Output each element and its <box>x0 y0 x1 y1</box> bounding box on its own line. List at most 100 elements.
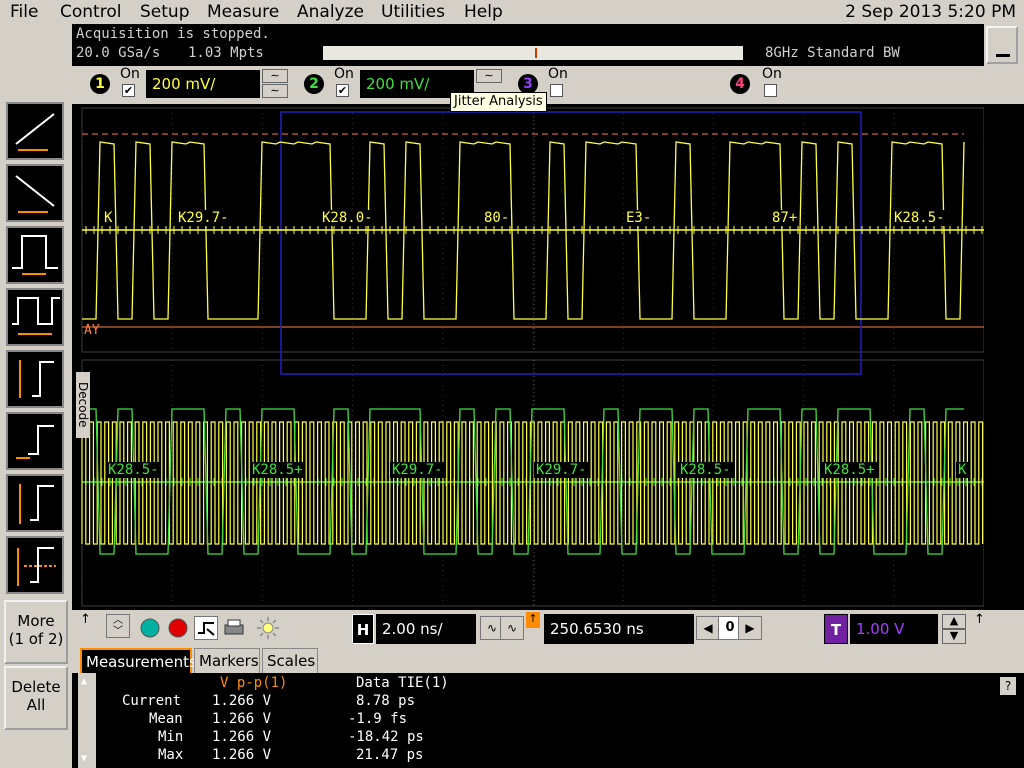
row-mean-label: Mean <box>149 711 183 727</box>
clock-waveform <box>81 421 984 545</box>
scroll-down-icon[interactable]: ▼ <box>81 753 87 764</box>
tab-scales[interactable]: Scales <box>262 648 318 673</box>
lower-decode-label: K28.5+ <box>822 462 877 478</box>
stop-icon[interactable] <box>166 616 190 640</box>
menu-help[interactable]: Help <box>464 2 503 22</box>
menu-file[interactable]: File <box>10 2 38 22</box>
timebase-field[interactable]: 2.00 ns/ <box>376 614 476 644</box>
amplitude-measure-tool[interactable] <box>6 350 64 408</box>
row-max-label: Max <box>158 747 184 763</box>
channel-2-checkbox[interactable]: ✔ <box>336 84 349 97</box>
top-base-measure-tool[interactable] <box>6 474 64 532</box>
trigger-level-field[interactable]: 1.00 V <box>850 614 938 644</box>
delay-field[interactable]: 250.6530 ns <box>544 614 694 644</box>
menu-utilities[interactable]: Utilities <box>381 2 445 22</box>
vpp-header: V p-p(1) <box>220 675 288 691</box>
delete-label: Delete <box>11 678 61 696</box>
measurements-scrollbar[interactable]: ▲ ▼ <box>78 673 96 768</box>
minimize-button[interactable] <box>986 26 1018 64</box>
channel-4-checkbox[interactable] <box>764 84 777 97</box>
menu-measure[interactable]: Measure <box>207 2 279 22</box>
channel-2-on-label: On <box>334 66 354 82</box>
upper-decode-label: E3- <box>624 210 654 226</box>
menu-control[interactable]: Control <box>60 2 121 22</box>
row-mean-tie: -1.9 fs <box>348 711 408 727</box>
upper-decode-label: K29.7- <box>176 210 231 226</box>
pulse-width-trigger-tool[interactable] <box>6 226 64 284</box>
channel-2-scale-up[interactable]: ∼ <box>476 69 502 83</box>
help-button[interactable]: ? <box>1000 677 1016 695</box>
channel-1-scale-up[interactable]: ∼ <box>262 69 288 83</box>
scroll-up-arrow[interactable]: ↑ <box>80 612 91 627</box>
channel-1-checkbox[interactable]: ✔ <box>122 84 135 97</box>
memory-bar-marker <box>535 48 537 58</box>
measurements-panel: ▲ ▼ V p-p(1) Data TIE(1) Current 1.266 V… <box>72 673 1024 768</box>
row-current-label: Current <box>122 693 182 709</box>
channel-3-on-label: On <box>548 66 568 82</box>
channel-1-on-label: On <box>120 66 140 82</box>
delay-right-button[interactable]: ▶ <box>738 616 762 640</box>
lower-decode-label: K28.5- <box>678 462 733 478</box>
channel-1-badge[interactable]: 1 <box>90 74 110 94</box>
print-icon[interactable] <box>222 616 246 640</box>
channel-4-on-label: On <box>762 66 782 82</box>
scroll-up-icon[interactable]: ▲ <box>81 676 87 687</box>
channel-4-badge[interactable]: 4 <box>730 74 750 94</box>
menu-analyze[interactable]: Analyze <box>297 2 364 22</box>
waveform-display[interactable]: AY K K29.7- K28.0- 80- E3- 87+ K28.5- K28.5- K2… <box>72 104 984 610</box>
tab-markers[interactable]: Markers <box>194 648 260 673</box>
marker-ay-label: AY <box>84 323 100 338</box>
brightness-icon[interactable] <box>256 616 280 640</box>
jitter-analysis-tooltip: Jitter Analysis <box>450 92 547 112</box>
channel-1-scale[interactable]: 200 mV/ <box>146 70 260 98</box>
zoom-toggle-button[interactable]: ︿ ﹀ <box>106 614 130 638</box>
run-icon[interactable] <box>138 616 162 640</box>
lower-decode-label: K <box>956 462 969 478</box>
lower-grid-frame <box>81 359 984 607</box>
single-icon[interactable] <box>194 616 218 640</box>
base-measure-tool[interactable] <box>6 412 64 470</box>
more-page: (1 of 2) <box>8 630 64 648</box>
decode-tab[interactable]: Decode <box>76 372 90 438</box>
more-button[interactable]: More (1 of 2) <box>4 600 68 664</box>
delete-all-button[interactable]: Delete All <box>4 666 68 730</box>
row-max-vpp: 1.266 V <box>212 747 272 763</box>
channel-3-badge[interactable]: 3 <box>518 74 538 94</box>
row-min-vpp: 1.266 V <box>212 729 272 745</box>
trigger-label: T <box>824 614 848 644</box>
channel-3-checkbox[interactable] <box>550 84 563 97</box>
upper-decode-label: K <box>102 210 115 226</box>
timebase-coarse-button[interactable]: ∿ <box>500 616 524 640</box>
acquisition-status: Acquisition is stopped. 20.0 GSa/s 1.03 … <box>72 24 984 66</box>
channel-1-scale-down[interactable]: ∼ <box>262 84 288 98</box>
horizontal-label: H <box>352 614 374 644</box>
row-mean-vpp: 1.266 V <box>212 711 272 727</box>
trigger-arrow[interactable]: ↑ <box>974 612 985 627</box>
lower-decode-label: K29.7- <box>390 462 445 478</box>
memory-depth: 1.03 Mpts <box>188 45 264 61</box>
row-min-tie: -18.42 ps <box>348 729 424 745</box>
lower-decode-label: K28.5+ <box>250 462 305 478</box>
delay-left-button[interactable]: ◀ <box>696 616 720 640</box>
lower-decode-label: K29.7- <box>534 462 589 478</box>
row-current-tie: 8.78 ps <box>356 693 416 709</box>
menu-setup[interactable]: Setup <box>140 2 189 22</box>
upper-decode-label: K28.5- <box>892 210 947 226</box>
sample-rate: 20.0 GSa/s <box>76 45 161 61</box>
status-message: Acquisition is stopped. <box>76 26 270 42</box>
trigger-position-icon: ↑ <box>526 612 540 628</box>
waveform-canvas: AY <box>81 107 984 607</box>
trigger-level-up[interactable]: ▲ <box>942 614 966 629</box>
falling-edge-trigger-tool[interactable] <box>6 164 64 222</box>
control-bar: ↑ ︿ ﹀ H 2.00 ns/ ∿ ∿ ↑ 250.6530 ns ◀ 0 ▶ … <box>72 610 1024 648</box>
left-toolbar: More (1 of 2) Delete All <box>0 24 72 768</box>
channel-2-badge[interactable]: 2 <box>304 74 324 94</box>
period-trigger-tool[interactable] <box>6 288 64 346</box>
row-min-label: Min <box>158 729 184 745</box>
memory-bar[interactable] <box>323 46 743 60</box>
delete-all-label: All <box>26 696 46 714</box>
rising-edge-trigger-tool[interactable] <box>6 102 64 160</box>
tab-measurements[interactable]: Measurements <box>80 648 197 673</box>
trigger-level-down[interactable]: ▼ <box>942 629 966 644</box>
threshold-measure-tool[interactable] <box>6 536 64 594</box>
